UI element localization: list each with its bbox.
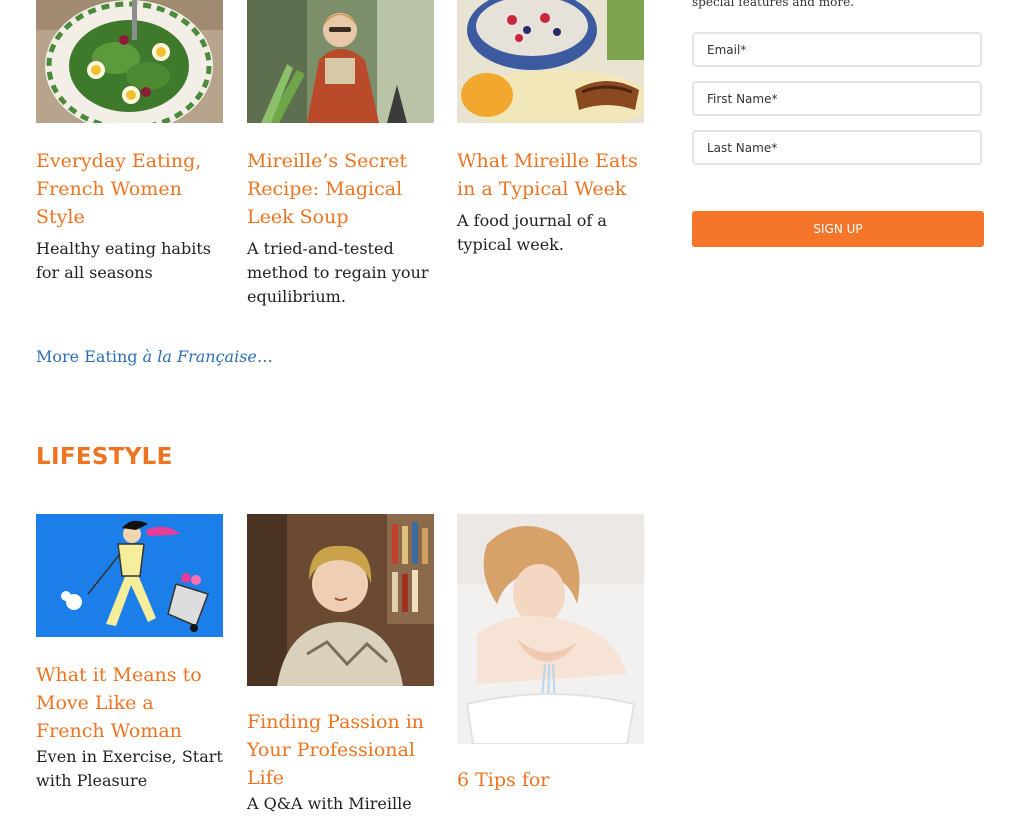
- more-eating-emphasis: à la Française: [142, 347, 257, 366]
- face-washing-thumbnail[interactable]: [457, 514, 644, 744]
- article-card[interactable]: Mireille’s Secret Recipe: Magical Leek S…: [247, 0, 434, 309]
- article-description: A Q&A with Mireille: [247, 794, 412, 813]
- email-field[interactable]: [692, 32, 982, 67]
- signup-intro-text: special features and more.: [692, 0, 854, 9]
- article-card[interactable]: What it Means to Move Like a French Woma…: [36, 514, 223, 793]
- sign-up-button[interactable]: SIGN UP: [692, 211, 984, 247]
- article-description: A food journal of a typical week.: [457, 211, 607, 254]
- more-eating-prefix: More Eating: [36, 347, 143, 366]
- walking-woman-illustration[interactable]: [36, 514, 223, 637]
- article-title[interactable]: What Mireille Eats in a Typical Week: [457, 147, 644, 203]
- article-title[interactable]: What it Means to Move Like a French Woma…: [36, 661, 223, 745]
- article-title[interactable]: Mireille’s Secret Recipe: Magical Leek S…: [247, 147, 434, 231]
- more-eating-link[interactable]: More Eating à la Française…: [36, 345, 273, 369]
- breakfast-thumbnail[interactable]: [457, 0, 644, 123]
- last-name-field[interactable]: [692, 130, 982, 165]
- article-description: Healthy eating habits for all seasons: [36, 239, 211, 282]
- lifestyle-heading: LIFESTYLE: [36, 444, 173, 470]
- article-card[interactable]: Finding Passion in Your Professional Lif…: [247, 514, 434, 816]
- article-card[interactable]: Everyday Eating, French Women Style Heal…: [36, 0, 223, 285]
- leek-soup-thumbnail[interactable]: [247, 0, 434, 123]
- article-card[interactable]: 6 Tips for: [457, 514, 644, 794]
- article-title[interactable]: Everyday Eating, French Women Style: [36, 147, 223, 231]
- more-eating-suffix: …: [256, 347, 273, 366]
- article-title[interactable]: Finding Passion in Your Professional Lif…: [247, 708, 434, 792]
- salad-thumbnail[interactable]: [36, 0, 223, 123]
- article-description: Even in Exercise, Start with Pleasure: [36, 747, 223, 790]
- article-card[interactable]: What Mireille Eats in a Typical Week A f…: [457, 0, 644, 257]
- first-name-field[interactable]: [692, 81, 982, 116]
- mireille-portrait[interactable]: [247, 514, 434, 686]
- article-description: A tried-and-tested method to regain your…: [247, 239, 429, 306]
- article-title[interactable]: 6 Tips for: [457, 766, 644, 794]
